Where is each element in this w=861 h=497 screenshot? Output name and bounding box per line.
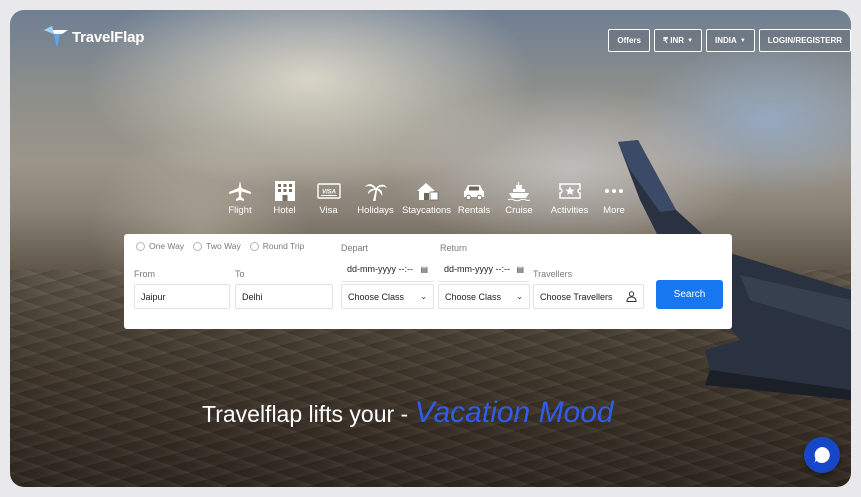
trip-type-two-way[interactable]: Two Way [193,241,241,251]
radio-circle-icon [193,241,203,251]
offers-button[interactable]: Offers [608,29,650,52]
calendar-icon: ▤ [420,264,428,274]
trip-type-group: One Way Two Way Round Trip [136,241,304,251]
category-label: Rentals [457,205,491,216]
from-value: Jaipur [141,291,166,302]
search-button[interactable]: Search [656,280,723,309]
depart-date-input[interactable]: dd-mm-yyyy --:-- ▤ [341,257,434,282]
return-class-select[interactable]: Choose Class ⌄ [438,284,530,309]
chat-button[interactable] [804,437,840,473]
travellers-select[interactable]: Choose Travellers [533,284,644,309]
category-nav: Flight Hotel VISA Visa Holidays Staycati… [216,180,633,216]
travelflap-logo-icon [44,26,68,48]
return-date-input[interactable]: dd-mm-yyyy --:-- ▤ [438,257,530,282]
svg-text:VISA: VISA [321,190,335,196]
car-icon [464,185,484,201]
trip-type-label: Round Trip [262,241,305,251]
depart-label: Depart [341,243,369,253]
trip-type-label: Two Way [206,241,241,251]
travellers-value: Choose Travellers [540,291,613,302]
chevron-down-icon: ▼ [687,37,694,44]
category-more[interactable]: More [595,180,633,216]
category-staycations[interactable]: Staycations [399,180,454,216]
house-icon [416,183,438,201]
category-label: Flight [228,205,252,216]
country-dropdown[interactable]: INDIA ▼ [706,29,755,52]
tagline-prefix: Travelflap lifts your - [202,401,415,427]
from-input[interactable]: Jaipur [134,284,230,309]
login-label: LOGIN/REGISTERR [767,36,842,45]
brand-name: TravelFlap [72,28,145,46]
category-label: Activities [550,205,589,216]
building-icon [274,181,295,201]
category-hotel[interactable]: Hotel [264,180,305,216]
return-date-value: dd-mm-yyyy --:-- [444,264,510,274]
category-label: Visa [319,205,338,216]
category-holidays[interactable]: Holidays [352,180,399,216]
brand-logo[interactable]: TravelFlap [44,26,144,48]
visa-card-icon: VISA [316,183,341,199]
return-label: Return [440,243,468,253]
category-rentals[interactable]: Rentals [454,180,494,216]
trip-type-round-trip[interactable]: Round Trip [249,241,305,251]
depart-date-value: dd-mm-yyyy --:-- [347,264,413,274]
calendar-icon: ▤ [516,264,524,274]
to-input[interactable]: Delhi [235,284,333,309]
to-label: To [235,269,245,279]
depart-class-value: Choose Class [348,291,405,302]
country-label: INDIA [715,36,737,45]
plane-icon [229,181,251,201]
chevron-down-icon: ⌄ [420,292,427,301]
chat-bubble-icon [814,447,830,464]
trip-type-one-way[interactable]: One Way [136,241,184,251]
tagline-highlight: Vacation Mood [414,396,614,429]
trip-type-label: One Way [149,241,185,251]
category-visa[interactable]: VISA Visa [305,180,352,216]
palm-tree-icon [364,184,387,201]
category-label: Hotel [273,205,296,216]
to-value: Delhi [242,291,263,302]
chevron-down-icon: ▼ [739,37,746,44]
dots-icon [605,189,623,193]
ticket-star-icon [558,183,581,199]
category-label: Holidays [357,205,394,216]
person-icon [626,291,637,302]
depart-class-select[interactable]: Choose Class ⌄ [341,284,434,309]
search-button-label: Search [673,289,706,300]
page-frame: TravelFlap Offers ₹ INR ▼ INDIA ▼ LOGIN/… [10,10,851,487]
category-cruise[interactable]: Cruise [494,180,544,216]
category-label: Cruise [505,205,533,216]
category-label: Staycations [401,205,452,216]
radio-circle-icon [249,241,259,251]
chevron-down-icon: ⌄ [516,292,523,301]
ship-icon [507,182,531,202]
category-label: More [603,205,625,216]
category-flight[interactable]: Flight [216,180,264,216]
offers-label: Offers [617,36,641,45]
radio-circle-icon [136,241,145,251]
header-actions: Offers ₹ INR ▼ INDIA ▼ LOGIN/REGISTERR [608,29,851,52]
category-activities[interactable]: Activities [544,180,595,216]
return-class-value: Choose Class [445,291,502,302]
hero-tagline: Travelflap lifts your - Vacation Mood [202,396,614,430]
currency-label: ₹ INR [662,36,685,45]
travellers-label: Travellers [533,269,573,279]
login-register-button[interactable]: LOGIN/REGISTERR [758,29,851,52]
currency-dropdown[interactable]: ₹ INR ▼ [653,29,703,52]
search-panel: One Way Two Way Round Trip Depart Return… [124,234,732,329]
from-label: From [134,269,155,279]
